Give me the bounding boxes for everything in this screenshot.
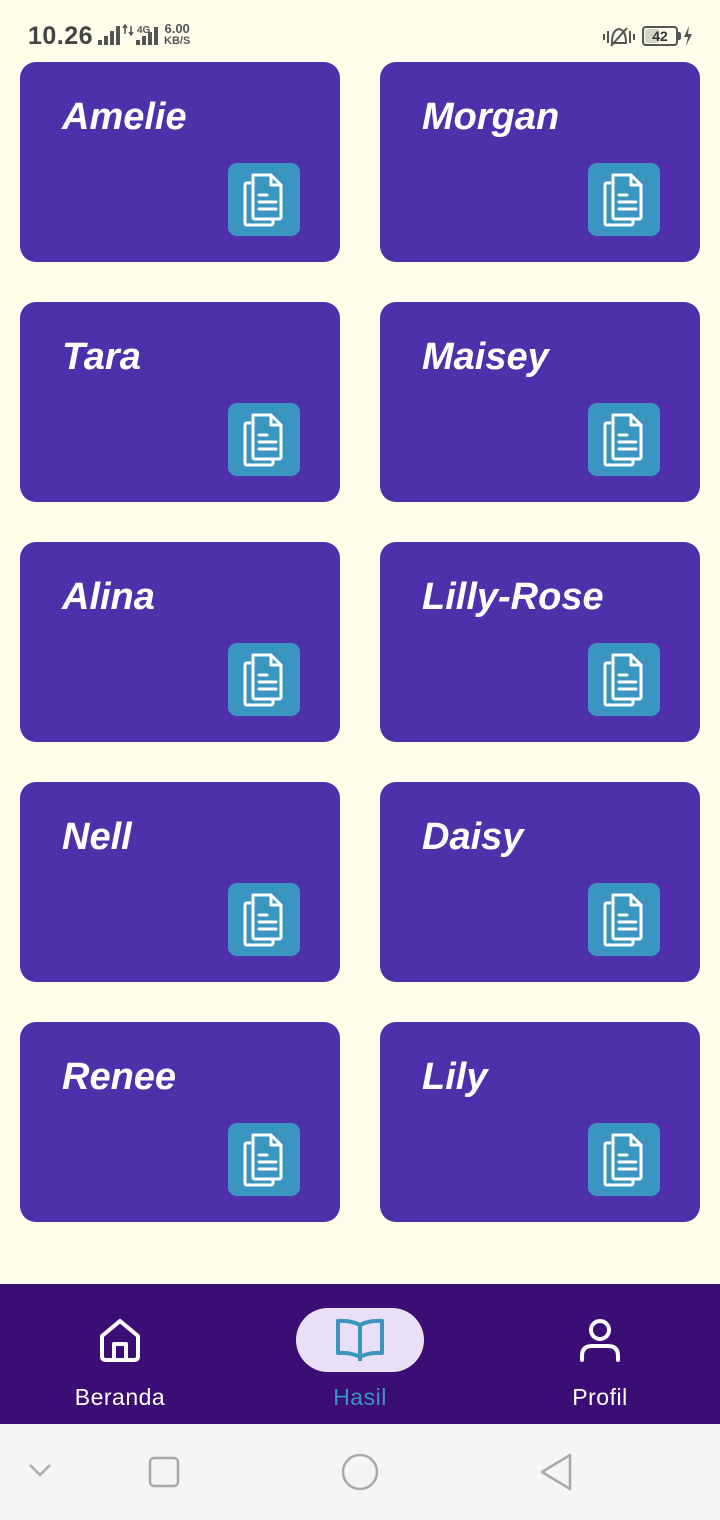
battery-icon: 42 xyxy=(642,26,678,46)
document-button[interactable] xyxy=(228,403,300,476)
data-arrows-icon xyxy=(122,24,134,36)
nav-item-hasil[interactable]: Hasil xyxy=(240,1284,480,1424)
document-button[interactable] xyxy=(228,1123,300,1196)
home-icon xyxy=(96,1308,144,1372)
document-button[interactable] xyxy=(588,883,660,956)
document-button[interactable] xyxy=(588,643,660,716)
nav-label: Profil xyxy=(572,1384,628,1410)
document-icon xyxy=(243,173,283,226)
card-name: Amelie xyxy=(62,96,187,138)
document-button[interactable] xyxy=(588,403,660,476)
home-circle-icon[interactable] xyxy=(340,1452,380,1492)
system-nav-bar xyxy=(0,1424,720,1520)
result-card[interactable]: Daisy xyxy=(380,782,700,982)
nav-item-beranda[interactable]: Beranda xyxy=(0,1284,240,1424)
document-icon xyxy=(603,173,643,226)
result-card[interactable]: Alina xyxy=(20,542,340,742)
document-icon xyxy=(603,653,643,706)
signal-icon xyxy=(98,26,120,45)
battery-level: 42 xyxy=(652,28,668,44)
bottom-nav: Beranda Hasil Profil xyxy=(0,1284,720,1424)
document-button[interactable] xyxy=(588,163,660,236)
document-button[interactable] xyxy=(588,1123,660,1196)
status-time: 10.26 xyxy=(28,22,94,50)
document-icon xyxy=(603,893,643,946)
document-icon xyxy=(603,1133,643,1186)
result-card[interactable]: Amelie xyxy=(20,62,340,262)
document-icon xyxy=(243,1133,283,1186)
document-icon xyxy=(243,653,283,706)
document-icon xyxy=(603,413,643,466)
result-card[interactable]: Nell xyxy=(20,782,340,982)
card-name: Nell xyxy=(62,816,132,858)
document-icon xyxy=(243,413,283,466)
chevron-down-icon[interactable] xyxy=(28,1462,52,1478)
nav-item-profil[interactable]: Profil xyxy=(480,1284,720,1424)
network-speed: 6.00 KB/S xyxy=(164,21,191,47)
document-button[interactable] xyxy=(228,163,300,236)
speed-value: 6.00 xyxy=(164,21,190,36)
charging-icon xyxy=(684,26,692,46)
active-indicator xyxy=(296,1308,424,1372)
back-icon[interactable] xyxy=(538,1452,574,1492)
nav-label: Hasil xyxy=(333,1384,387,1410)
card-name: Alina xyxy=(62,576,155,618)
person-icon xyxy=(578,1308,622,1372)
battery-tip xyxy=(678,32,681,40)
vibrate-icon xyxy=(603,27,635,47)
result-card[interactable]: Maisey xyxy=(380,302,700,502)
document-button[interactable] xyxy=(228,883,300,956)
result-card[interactable]: Tara xyxy=(20,302,340,502)
document-button[interactable] xyxy=(228,643,300,716)
result-card[interactable]: Lily xyxy=(380,1022,700,1222)
result-card[interactable]: Renee xyxy=(20,1022,340,1222)
card-name: Tara xyxy=(62,336,141,378)
book-icon xyxy=(336,1318,384,1361)
card-name: Renee xyxy=(62,1056,177,1098)
card-name: Maisey xyxy=(422,336,549,378)
speed-unit: KB/S xyxy=(164,35,191,47)
card-name: Morgan xyxy=(422,96,560,138)
result-card[interactable]: Lilly-Rose xyxy=(380,542,700,742)
card-name: Lily xyxy=(422,1056,488,1098)
document-icon xyxy=(243,893,283,946)
recents-icon[interactable] xyxy=(148,1456,180,1488)
nav-label: Beranda xyxy=(74,1384,166,1410)
signal-icon-2 xyxy=(136,27,158,45)
card-name: Lilly-Rose xyxy=(422,576,604,618)
status-bar: 10.26 4G 6.00 KB/S 42 xyxy=(0,0,720,62)
card-name: Daisy xyxy=(422,816,524,858)
result-card[interactable]: Morgan xyxy=(380,62,700,262)
